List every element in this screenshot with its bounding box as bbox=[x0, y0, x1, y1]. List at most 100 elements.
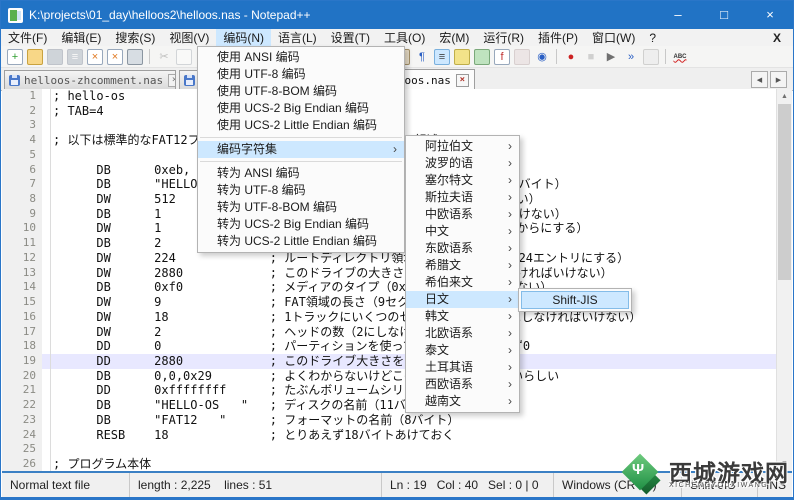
tab-scroll-right-icon[interactable]: ▶ bbox=[770, 71, 787, 88]
menu-item[interactable]: 转为 UCS-2 Big Endian 编码 bbox=[198, 216, 404, 233]
submenu-arrow-icon: › bbox=[508, 308, 512, 325]
menubar-item[interactable]: 插件(P) bbox=[531, 29, 585, 46]
menu-item[interactable]: 波罗的语› bbox=[406, 155, 519, 172]
scrollbar-thumb[interactable] bbox=[778, 104, 791, 280]
tab-close-icon[interactable]: × bbox=[456, 74, 469, 87]
menu-item[interactable]: 中欧语系› bbox=[406, 206, 519, 223]
saved-floppy-icon bbox=[9, 75, 20, 86]
editor-line[interactable]: 22 DB "HELLO-OS " ; ディスクの名前（11バイト） bbox=[2, 398, 792, 413]
menu-item[interactable]: 希腊文› bbox=[406, 257, 519, 274]
menubar-item[interactable]: ? bbox=[642, 29, 663, 46]
vertical-scrollbar[interactable]: ▲ ▼ bbox=[776, 89, 792, 471]
doc-switcher-icon[interactable] bbox=[514, 49, 530, 65]
user-lang-icon[interactable] bbox=[454, 49, 470, 65]
menubar-item[interactable]: 搜索(S) bbox=[108, 29, 162, 46]
submenu-arrow-icon: › bbox=[508, 393, 512, 410]
tab-close-icon[interactable]: × bbox=[168, 74, 176, 87]
tab-helloos-zhcomment.nas[interactable]: helloos-zhcomment.nas× bbox=[4, 70, 176, 90]
menubar-item[interactable]: 运行(R) bbox=[476, 29, 531, 46]
menu-item[interactable]: 西欧语系› bbox=[406, 376, 519, 393]
close-icon[interactable]: × bbox=[87, 49, 103, 65]
document-close-x[interactable]: X bbox=[767, 29, 793, 46]
menu-item[interactable]: 使用 ANSI 编码 bbox=[198, 49, 404, 66]
menubar-item[interactable]: 语言(L) bbox=[271, 29, 324, 46]
title-bar: K:\projects\01_day\helloos2\helloos.nas … bbox=[1, 1, 793, 29]
maximize-button[interactable]: □ bbox=[701, 1, 747, 29]
menu-item[interactable]: Shift-JIS bbox=[521, 291, 629, 309]
editor-line[interactable]: 17 DW 2 ; ヘッドの数（2にしなければいけない） bbox=[2, 325, 792, 340]
editor-line[interactable]: 19 DD 2880 ; このドライブ大きさをもう一度書く bbox=[2, 354, 792, 369]
menu-item[interactable]: 编码字符集› bbox=[198, 141, 404, 158]
submenu-arrow-icon: › bbox=[508, 172, 512, 189]
menubar-item[interactable]: 编辑(E) bbox=[54, 29, 108, 46]
line-number: 18 bbox=[2, 339, 42, 354]
menu-item[interactable]: 使用 UTF-8 编码 bbox=[198, 66, 404, 83]
play-macro-icon[interactable]: ▶ bbox=[603, 49, 619, 65]
print-icon[interactable] bbox=[127, 49, 143, 65]
stop-macro-icon[interactable]: ■ bbox=[583, 49, 599, 65]
menu-item[interactable]: 转为 UCS-2 Little Endian 编码 bbox=[198, 233, 404, 250]
menu-item[interactable]: 转为 UTF-8-BOM 编码 bbox=[198, 199, 404, 216]
menu-item[interactable]: 转为 ANSI 编码 bbox=[198, 165, 404, 182]
submenu-arrow-icon: › bbox=[508, 342, 512, 359]
toolbar-separator bbox=[149, 49, 150, 64]
monitoring-icon[interactable]: ◉ bbox=[534, 49, 550, 65]
minimize-button[interactable]: – bbox=[655, 1, 701, 29]
function-list-icon[interactable]: f bbox=[494, 49, 510, 65]
editor-line[interactable]: 15 DW 9 ; FAT領域の長さ（9セクタにしなければいけない） bbox=[2, 295, 792, 310]
menu-item[interactable]: 北欧语系› bbox=[406, 325, 519, 342]
close-all-icon[interactable]: × bbox=[107, 49, 123, 65]
open-file-icon[interactable] bbox=[27, 49, 43, 65]
run-macro-multiple-icon[interactable]: » bbox=[623, 49, 639, 65]
menu-item[interactable]: 越南文› bbox=[406, 393, 519, 410]
editor-line[interactable]: 23 DB "FAT12 " ; フォーマットの名前（8バイト） bbox=[2, 413, 792, 428]
menu-item[interactable]: 日文› bbox=[406, 291, 519, 308]
menubar-item[interactable]: 窗口(W) bbox=[585, 29, 642, 46]
menubar-item[interactable]: 宏(M) bbox=[432, 29, 476, 46]
editor-line[interactable]: 12 DW 224 ; ルートディレクトリ領域の大きさ（普通は224エントリにす… bbox=[2, 251, 792, 266]
close-button[interactable]: × bbox=[747, 1, 793, 29]
menu-item[interactable]: 使用 UCS-2 Little Endian 编码 bbox=[198, 117, 404, 134]
editor-line[interactable]: 18 DD 0 ; パーティションを使ってないのでここは必ず0 bbox=[2, 339, 792, 354]
menu-item[interactable]: 希伯来文› bbox=[406, 274, 519, 291]
menu-item[interactable]: 中文› bbox=[406, 223, 519, 240]
save-all-icon[interactable]: ≡ bbox=[67, 49, 83, 65]
bookmark-margin bbox=[42, 207, 51, 222]
editor-line[interactable]: 21 DD 0xffffffff ; たぶんボリュームシリアル番号 bbox=[2, 383, 792, 398]
scroll-up-icon[interactable]: ▲ bbox=[777, 89, 792, 104]
menubar-item[interactable]: 设置(T) bbox=[324, 29, 377, 46]
editor-line[interactable]: 14 DB 0xf0 ; メディアのタイプ（0xf0にしなければいけない） bbox=[2, 280, 792, 295]
menu-item[interactable]: 塞尔特文› bbox=[406, 172, 519, 189]
editor-line[interactable]: 13 DW 2880 ; このドライブの大きさ（2880セクタにしなければいけな… bbox=[2, 266, 792, 281]
bookmark-margin bbox=[42, 383, 51, 398]
tab-scroll-left-icon[interactable]: ◀ bbox=[751, 71, 768, 88]
menu-item[interactable]: 韩文› bbox=[406, 308, 519, 325]
indent-guide-icon[interactable]: ≡ bbox=[434, 49, 450, 65]
menu-item[interactable]: 泰文› bbox=[406, 342, 519, 359]
show-all-chars-icon[interactable]: ¶ bbox=[414, 49, 430, 65]
spell-check-icon[interactable]: ABC bbox=[672, 49, 688, 65]
cut-icon[interactable]: ✂ bbox=[156, 49, 172, 65]
menubar-item[interactable]: 视图(V) bbox=[162, 29, 216, 46]
document-map-icon[interactable] bbox=[474, 49, 490, 65]
menu-item[interactable]: 使用 UTF-8-BOM 编码 bbox=[198, 83, 404, 100]
record-macro-icon[interactable]: ● bbox=[563, 49, 579, 65]
menu-item[interactable]: 土耳其语› bbox=[406, 359, 519, 376]
editor-line[interactable]: 24 RESB 18 ; とりあえず18バイトあけておく bbox=[2, 428, 792, 443]
editor-line[interactable]: 16 DW 18 ; 1トラックにいくつのセクタがあるか（18にしなければいけな… bbox=[2, 310, 792, 325]
menu-item[interactable]: 转为 UTF-8 编码 bbox=[198, 182, 404, 199]
copy-icon[interactable] bbox=[176, 49, 192, 65]
menubar-item[interactable]: 文件(F) bbox=[1, 29, 54, 46]
menubar-item[interactable]: 工具(O) bbox=[377, 29, 432, 46]
save-icon[interactable] bbox=[47, 49, 63, 65]
menu-item[interactable]: 阿拉伯文› bbox=[406, 138, 519, 155]
menu-item[interactable]: 东欧语系› bbox=[406, 240, 519, 257]
menubar-item[interactable]: 编码(N) bbox=[216, 29, 271, 46]
new-file-icon[interactable]: + bbox=[7, 49, 23, 65]
line-number: 5 bbox=[2, 148, 42, 163]
menu-item[interactable]: 斯拉夫语› bbox=[406, 189, 519, 206]
menu-item[interactable]: 使用 UCS-2 Big Endian 编码 bbox=[198, 100, 404, 117]
editor-line[interactable]: 20 DB 0,0,0x29 ; よくわからないけどこの値にしておくといいらしい bbox=[2, 369, 792, 384]
save-macro-icon[interactable] bbox=[643, 49, 659, 65]
bookmark-margin bbox=[42, 354, 51, 369]
